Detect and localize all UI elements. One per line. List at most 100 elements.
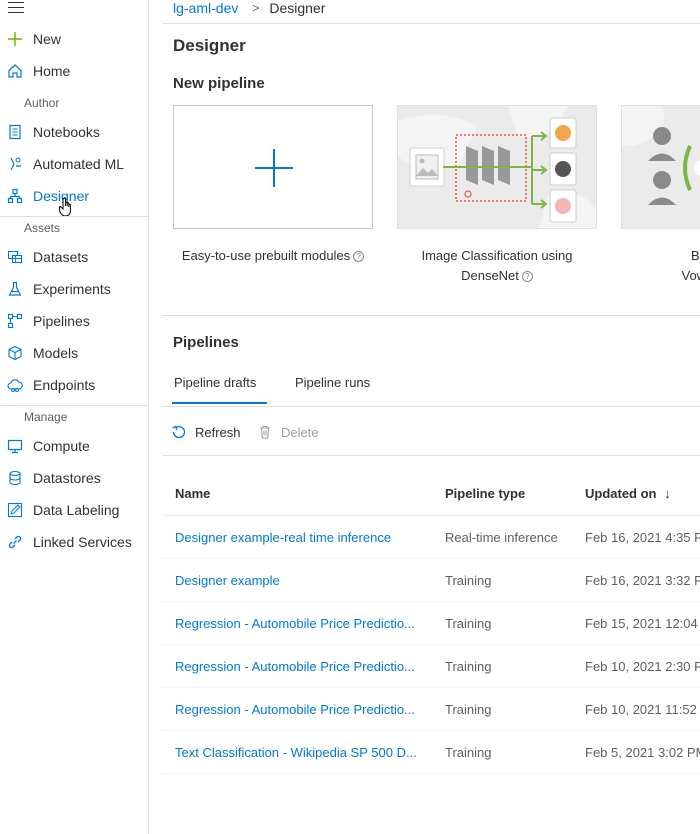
tab-pipeline-runs[interactable]: Pipeline runs bbox=[295, 375, 370, 390]
prebuilt-modules-card[interactable] bbox=[173, 105, 373, 229]
nav-item-datastores[interactable]: Datastores bbox=[0, 464, 148, 492]
column-header-updated[interactable]: Updated on ↓ bbox=[585, 486, 671, 501]
hand-cursor-icon bbox=[58, 196, 78, 218]
updated-on: Feb 5, 2021 3:02 PM bbox=[585, 745, 700, 760]
new-pipeline-heading: New pipeline bbox=[173, 75, 265, 92]
nav-item-endpoints[interactable]: Endpoints bbox=[0, 371, 148, 399]
home-icon bbox=[7, 63, 23, 79]
pipeline-type: Training bbox=[445, 745, 492, 760]
pipeline-name-link[interactable]: Designer example bbox=[175, 573, 425, 588]
nav-item-label: Datasets bbox=[33, 249, 89, 265]
section-label-assets: Assets bbox=[24, 221, 61, 235]
binary-classification-caption: Binary Cla Vowpal Wabb bbox=[621, 246, 700, 286]
binary-classification-card[interactable] bbox=[621, 105, 700, 229]
image-classification-caption: Image Classification using DenseNet? bbox=[397, 246, 597, 286]
nav-item-label: New bbox=[33, 31, 62, 47]
plus-icon bbox=[7, 31, 23, 47]
nav-item-compute[interactable]: Compute bbox=[0, 432, 148, 460]
divider bbox=[162, 455, 700, 456]
main-content: lg-aml-dev > Designer Designer New pipel… bbox=[162, 0, 700, 834]
automated-ml-icon bbox=[7, 156, 23, 172]
delete-label: Delete bbox=[281, 424, 319, 440]
plus-icon bbox=[255, 149, 293, 187]
image-classification-illustration bbox=[398, 106, 596, 228]
active-tab-indicator bbox=[172, 402, 267, 404]
notebook-icon bbox=[7, 124, 23, 140]
nav-item-label: Experiments bbox=[33, 281, 111, 297]
nav-item-linked-services[interactable]: Linked Services bbox=[0, 528, 148, 556]
table-row[interactable]: Text Classification - Wikipedia SP 500 D… bbox=[162, 731, 700, 774]
pipeline-type: Training bbox=[445, 573, 492, 588]
updated-on: Feb 10, 2021 11:52 bbox=[585, 702, 697, 717]
datasets-icon bbox=[7, 249, 23, 265]
table-row[interactable]: Regression - Automobile Price Predictio.… bbox=[162, 602, 700, 645]
updated-on: Feb 16, 2021 3:32 P bbox=[585, 573, 700, 588]
refresh-button[interactable]: Refresh bbox=[171, 424, 241, 440]
pipeline-name-link[interactable]: Regression - Automobile Price Predictio.… bbox=[175, 616, 425, 631]
breadcrumb-current: Designer bbox=[269, 0, 326, 16]
help-icon[interactable]: ? bbox=[353, 251, 365, 263]
section-label-manage: Manage bbox=[24, 410, 68, 424]
card-caption-line2: DenseNet? bbox=[397, 266, 597, 286]
nav-item-notebooks[interactable]: Notebooks bbox=[0, 118, 148, 146]
section-label-author: Author bbox=[24, 96, 60, 110]
pipelines-heading: Pipelines bbox=[173, 334, 239, 351]
pipeline-name-link[interactable]: Designer example-real time inference bbox=[175, 530, 425, 545]
pipeline-name-link[interactable]: Regression - Automobile Price Predictio.… bbox=[175, 659, 425, 674]
image-classification-card[interactable] bbox=[397, 105, 597, 229]
nav-item-data-labeling[interactable]: Data Labeling bbox=[0, 496, 148, 524]
table-row[interactable]: Designer example-real time inference Rea… bbox=[162, 516, 700, 559]
labeling-icon bbox=[7, 502, 23, 518]
divider bbox=[0, 405, 148, 406]
nav-item-automated-ml[interactable]: Automated ML bbox=[0, 150, 148, 178]
table-row[interactable]: Regression - Automobile Price Predictio.… bbox=[162, 645, 700, 688]
nav-item-pipelines[interactable]: Pipelines bbox=[0, 307, 148, 335]
prebuilt-modules-caption: Easy-to-use prebuilt modules? bbox=[173, 246, 373, 266]
binary-classification-illustration bbox=[622, 106, 700, 228]
card-caption-line2: Vowpal Wabb bbox=[681, 268, 700, 283]
pipeline-type: Real-time inference bbox=[445, 530, 558, 545]
updated-on: Feb 16, 2021 4:35 P bbox=[585, 530, 700, 545]
pipeline-type: Training bbox=[445, 702, 492, 717]
pipelines-icon bbox=[7, 313, 23, 329]
delete-button[interactable]: Delete bbox=[257, 424, 319, 440]
divider bbox=[162, 773, 700, 774]
column-header-type[interactable]: Pipeline type bbox=[445, 486, 525, 501]
pipeline-name-link[interactable]: Regression - Automobile Price Predictio.… bbox=[175, 702, 425, 717]
table-row[interactable]: Designer example Training Feb 16, 2021 3… bbox=[162, 559, 700, 602]
designer-icon bbox=[7, 188, 23, 204]
pipeline-type: Training bbox=[445, 616, 492, 631]
link-icon bbox=[7, 534, 23, 550]
page-title: Designer bbox=[173, 36, 246, 55]
breadcrumb-workspace-link[interactable]: lg-aml-dev bbox=[173, 0, 238, 16]
pipeline-name-link[interactable]: Text Classification - Wikipedia SP 500 D… bbox=[175, 745, 425, 760]
card-caption-text: Easy-to-use prebuilt modules bbox=[181, 248, 351, 263]
updated-on: Feb 15, 2021 12:04 bbox=[585, 616, 698, 631]
nav-item-label: Datastores bbox=[33, 470, 101, 486]
tab-pipeline-drafts[interactable]: Pipeline drafts bbox=[174, 375, 256, 390]
nav-item-label: Automated ML bbox=[33, 156, 125, 172]
nav-item-datasets[interactable]: Datasets bbox=[0, 243, 148, 271]
trash-icon bbox=[257, 424, 273, 440]
nav-item-label: Endpoints bbox=[33, 377, 96, 393]
left-nav: New Home Author Notebooks Automated ML D… bbox=[0, 0, 149, 834]
refresh-label: Refresh bbox=[195, 424, 241, 440]
nav-item-label: Compute bbox=[33, 438, 90, 454]
breadcrumb: lg-aml-dev > Designer bbox=[173, 0, 325, 16]
updated-on: Feb 10, 2021 2:30 P bbox=[585, 659, 700, 674]
card-caption-line1: Image Classification using bbox=[421, 248, 573, 263]
column-header-name[interactable]: Name bbox=[175, 486, 210, 501]
table-row[interactable]: Regression - Automobile Price Predictio.… bbox=[162, 688, 700, 731]
nav-item-home[interactable]: Home bbox=[0, 57, 148, 85]
chevron-right-icon: > bbox=[252, 1, 260, 15]
nav-item-new[interactable]: New bbox=[0, 25, 148, 53]
hamburger-menu-icon[interactable] bbox=[8, 2, 24, 14]
nav-item-experiments[interactable]: Experiments bbox=[0, 275, 148, 303]
divider bbox=[0, 216, 148, 217]
nav-item-label: Data Labeling bbox=[33, 502, 120, 518]
nav-item-models[interactable]: Models bbox=[0, 339, 148, 367]
divider bbox=[162, 406, 700, 407]
help-icon[interactable]: ? bbox=[521, 271, 533, 283]
database-icon bbox=[7, 470, 23, 486]
divider bbox=[162, 315, 700, 316]
